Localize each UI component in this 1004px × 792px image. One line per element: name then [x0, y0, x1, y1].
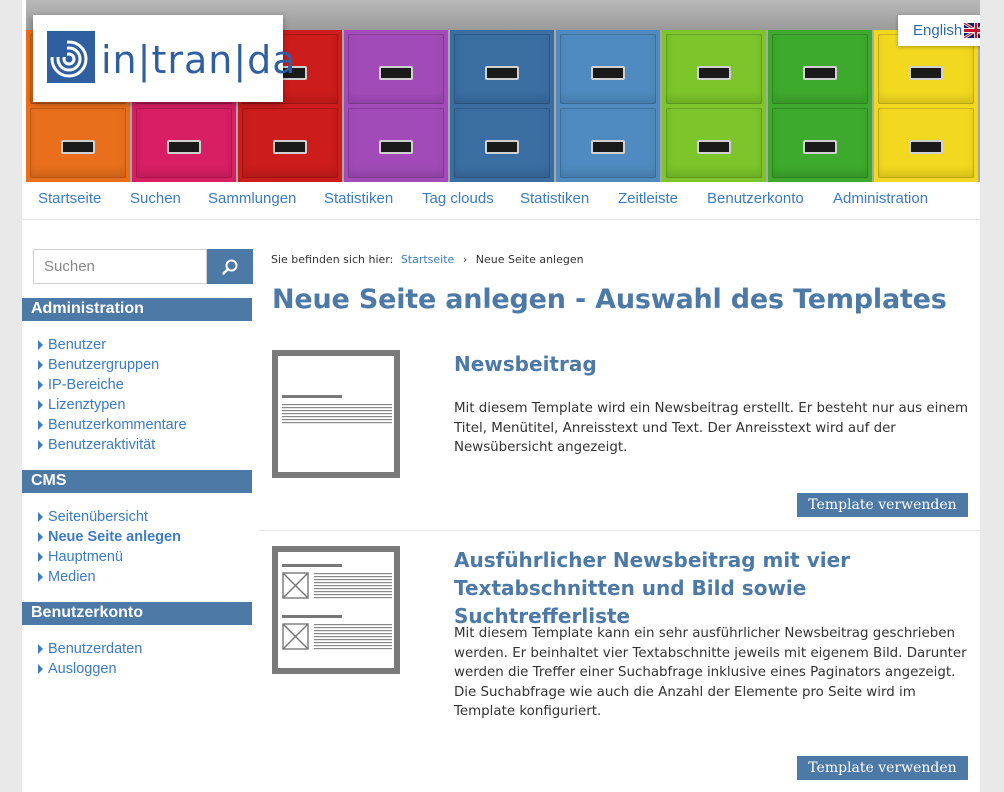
cabinet-drawer	[242, 108, 338, 178]
sidebar-list-administration: Benutzer Benutzergruppen IP-Bereiche Liz…	[37, 335, 187, 455]
sidebar-item-benutzeraktivitaet[interactable]: Benutzeraktivität	[37, 435, 187, 455]
breadcrumb-home-link[interactable]: Startseite	[401, 253, 455, 266]
cabinet-column	[874, 30, 978, 182]
breadcrumb-prefix: Sie befinden sich hier:	[271, 253, 394, 266]
sidebar-item-benutzergruppen[interactable]: Benutzergruppen	[37, 355, 187, 375]
cabinet-drawer	[454, 34, 550, 104]
sidebar-search	[33, 249, 253, 284]
drawer-handle	[697, 66, 731, 80]
drawer-handle	[61, 140, 95, 154]
nav-item-tag-clouds[interactable]: Tag clouds	[422, 190, 494, 207]
drawer-handle	[803, 66, 837, 80]
sidebar-item-benutzer[interactable]: Benutzer	[37, 335, 187, 355]
use-template-button-ausfuehrlicher-newsbeitrag[interactable]: Template verwenden	[797, 756, 968, 780]
nav-item-statistiken[interactable]: Statistiken	[324, 190, 393, 207]
sidebar-item-ausloggen[interactable]: Ausloggen	[37, 659, 142, 679]
drawer-handle	[909, 140, 943, 154]
cabinet-column	[344, 30, 448, 182]
sidebar-item-neue-seite-anlegen[interactable]: Neue Seite anlegen	[37, 527, 181, 547]
drawer-handle	[803, 140, 837, 154]
template-preview-icon	[282, 395, 392, 424]
nav-item-sammlungen[interactable]: Sammlungen	[208, 190, 296, 207]
drawer-handle	[273, 140, 307, 154]
cabinet-drawer	[30, 108, 126, 178]
breadcrumb-current: Neue Seite anlegen	[475, 253, 584, 266]
sidebar-list-benutzerkonto: Benutzerdaten Ausloggen	[37, 639, 142, 679]
cabinet-drawer	[666, 108, 762, 178]
template-divider	[259, 530, 980, 531]
logo-text: in|tran|da	[101, 38, 297, 82]
cabinet-drawer	[348, 34, 444, 104]
breadcrumb: Sie befinden sich hier: Startseite › Neu…	[271, 253, 584, 266]
logo-mark-icon	[47, 31, 95, 83]
sidebar-item-medien[interactable]: Medien	[37, 567, 181, 587]
template-description-newsbeitrag: Mit diesem Template wird ein Newsbeitrag…	[454, 401, 969, 456]
template-description-ausfuehrlicher-newsbeitrag: Mit diesem Template kann ein sehr ausfüh…	[454, 626, 967, 720]
intranda-logo[interactable]: in|tran|da	[33, 15, 296, 102]
cabinet-column	[450, 30, 554, 182]
language-label: English	[913, 22, 963, 39]
cabinet-column	[662, 30, 766, 182]
drawer-handle	[379, 140, 413, 154]
sidebar-section-administration: Administration	[22, 298, 252, 321]
search-input[interactable]	[33, 249, 207, 284]
sidebar-item-benutzerdaten[interactable]: Benutzerdaten	[37, 639, 142, 659]
sidebar-item-lizenztypen[interactable]: Lizenztypen	[37, 395, 187, 415]
cabinet-drawer	[560, 34, 656, 104]
nav-item-benutzerkonto[interactable]: Benutzerkonto	[707, 190, 804, 207]
drawer-handle	[379, 66, 413, 80]
sidebar-item-benutzerkommentare[interactable]: Benutzerkommentare	[37, 415, 187, 435]
sidebar-item-seitenuebersicht[interactable]: Seitenübersicht	[37, 507, 181, 527]
nav-item-zeitleiste[interactable]: Zeitleiste	[618, 190, 678, 207]
sidebar-item-ip-bereiche[interactable]: IP-Bereiche	[37, 375, 187, 395]
cabinet-drawer	[454, 108, 550, 178]
sidebar-item-hauptmenue[interactable]: Hauptmenü	[37, 547, 181, 567]
breadcrumb-separator: ›	[462, 253, 468, 266]
uk-flag-icon	[964, 23, 980, 38]
nav-item-administration[interactable]: Administration	[833, 190, 928, 207]
cabinet-column	[556, 30, 660, 182]
cabinet-drawer	[348, 108, 444, 178]
template-thumbnail-newsbeitrag[interactable]	[272, 350, 400, 478]
sidebar-list-cms: Seitenübersicht Neue Seite anlegen Haupt…	[37, 507, 181, 587]
drawer-handle	[909, 66, 943, 80]
cabinet-drawer	[772, 34, 868, 104]
template-title-newsbeitrag: Newsbeitrag	[454, 352, 597, 376]
cabinet-drawer	[878, 108, 974, 178]
template-preview-icon	[282, 564, 392, 650]
sidebar-section-benutzerkonto: Benutzerkonto	[22, 602, 252, 625]
template-thumbnail-ausfuehrlicher-newsbeitrag[interactable]	[272, 546, 400, 674]
use-template-button-newsbeitrag[interactable]: Template verwenden	[797, 493, 968, 517]
page: in|tran|da English Startseite Suchen Sam…	[22, 0, 980, 792]
page-title: Neue Seite anlegen - Auswahl des Templat…	[272, 284, 947, 315]
cabinet-column	[768, 30, 872, 182]
drawer-handle	[591, 66, 625, 80]
drawer-handle	[697, 140, 731, 154]
language-switcher[interactable]: English	[898, 15, 980, 46]
template-title-ausfuehrlicher-newsbeitrag: Ausführlicher Newsbeitrag mit vier Texta…	[454, 548, 851, 628]
nav-item-statistiken-2[interactable]: Statistiken	[520, 190, 589, 207]
drawer-handle	[485, 140, 519, 154]
search-icon	[222, 259, 238, 275]
nav-item-startseite[interactable]: Startseite	[38, 190, 101, 207]
drawer-handle	[167, 140, 201, 154]
cabinet-drawer	[772, 108, 868, 178]
nav-item-suchen[interactable]: Suchen	[130, 190, 181, 207]
cabinet-drawer	[666, 34, 762, 104]
cabinet-drawer	[136, 108, 232, 178]
cabinet-drawer	[560, 108, 656, 178]
drawer-handle	[591, 140, 625, 154]
search-button[interactable]	[207, 249, 253, 284]
sidebar-section-cms: CMS	[22, 470, 252, 493]
main-navigation: Startseite Suchen Sammlungen Statistiken…	[22, 182, 980, 220]
drawer-handle	[485, 66, 519, 80]
